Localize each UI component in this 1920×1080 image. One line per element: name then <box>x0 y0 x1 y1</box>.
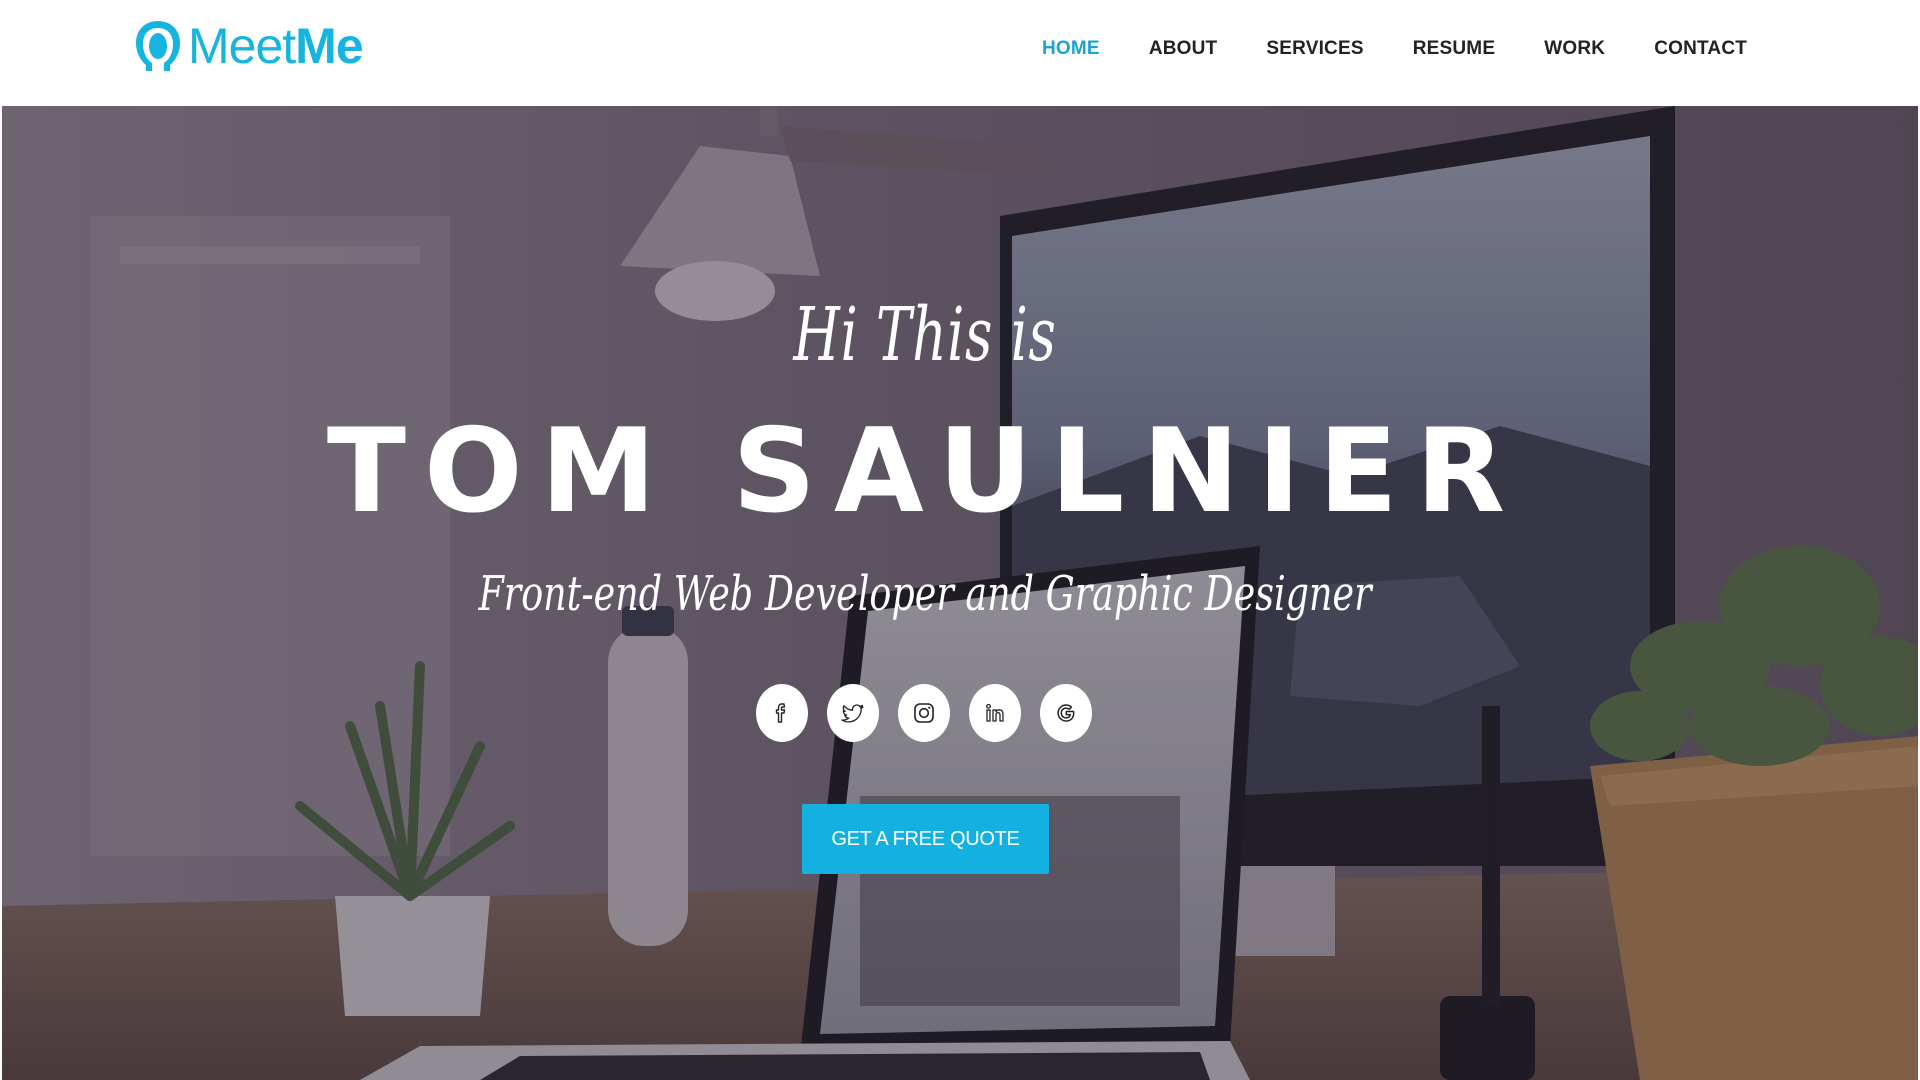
person-silhouette-icon <box>136 21 180 71</box>
instagram-link[interactable] <box>898 684 950 742</box>
nav-about[interactable]: ABOUT <box>1149 36 1218 62</box>
brand-name-bold: Me <box>295 18 363 74</box>
brand-name: MeetMe <box>188 18 364 74</box>
nav-resume[interactable]: RESUME <box>1413 36 1496 62</box>
google-icon <box>1057 704 1075 722</box>
nav-home[interactable]: HOME <box>1042 36 1100 62</box>
site-header: MeetMe HOME ABOUT SERVICES RESUME WORK C… <box>0 0 1920 106</box>
google-link[interactable] <box>1040 684 1092 742</box>
main-nav: HOME ABOUT SERVICES RESUME WORK CONTACT <box>1042 36 1747 62</box>
brand-name-light: Meet <box>188 18 296 74</box>
social-links <box>756 684 1092 742</box>
hero-tagline: Front-end Web Developer and Graphic Desi… <box>478 566 1372 622</box>
hero-greeting: Hi This is <box>793 292 1057 378</box>
hero-name: TOM SAULNIER <box>326 404 1524 539</box>
twitter-icon <box>841 704 864 723</box>
facebook-icon <box>775 703 786 723</box>
instagram-icon <box>914 703 934 723</box>
linkedin-link[interactable] <box>969 684 1021 742</box>
hero-section: Hi This is TOM SAULNIER Front-end Web De… <box>0 106 1920 1080</box>
hero-content: Hi This is TOM SAULNIER Front-end Web De… <box>0 106 1920 1080</box>
facebook-link[interactable] <box>756 684 808 742</box>
nav-services[interactable]: SERVICES <box>1266 36 1363 62</box>
get-quote-button[interactable]: GET A FREE QUOTE <box>802 804 1049 874</box>
nav-work[interactable]: WORK <box>1544 36 1605 62</box>
brand-logo[interactable]: MeetMe <box>132 18 364 74</box>
linkedin-icon <box>986 703 1004 722</box>
twitter-link[interactable] <box>827 684 879 742</box>
nav-contact[interactable]: CONTACT <box>1654 36 1747 62</box>
